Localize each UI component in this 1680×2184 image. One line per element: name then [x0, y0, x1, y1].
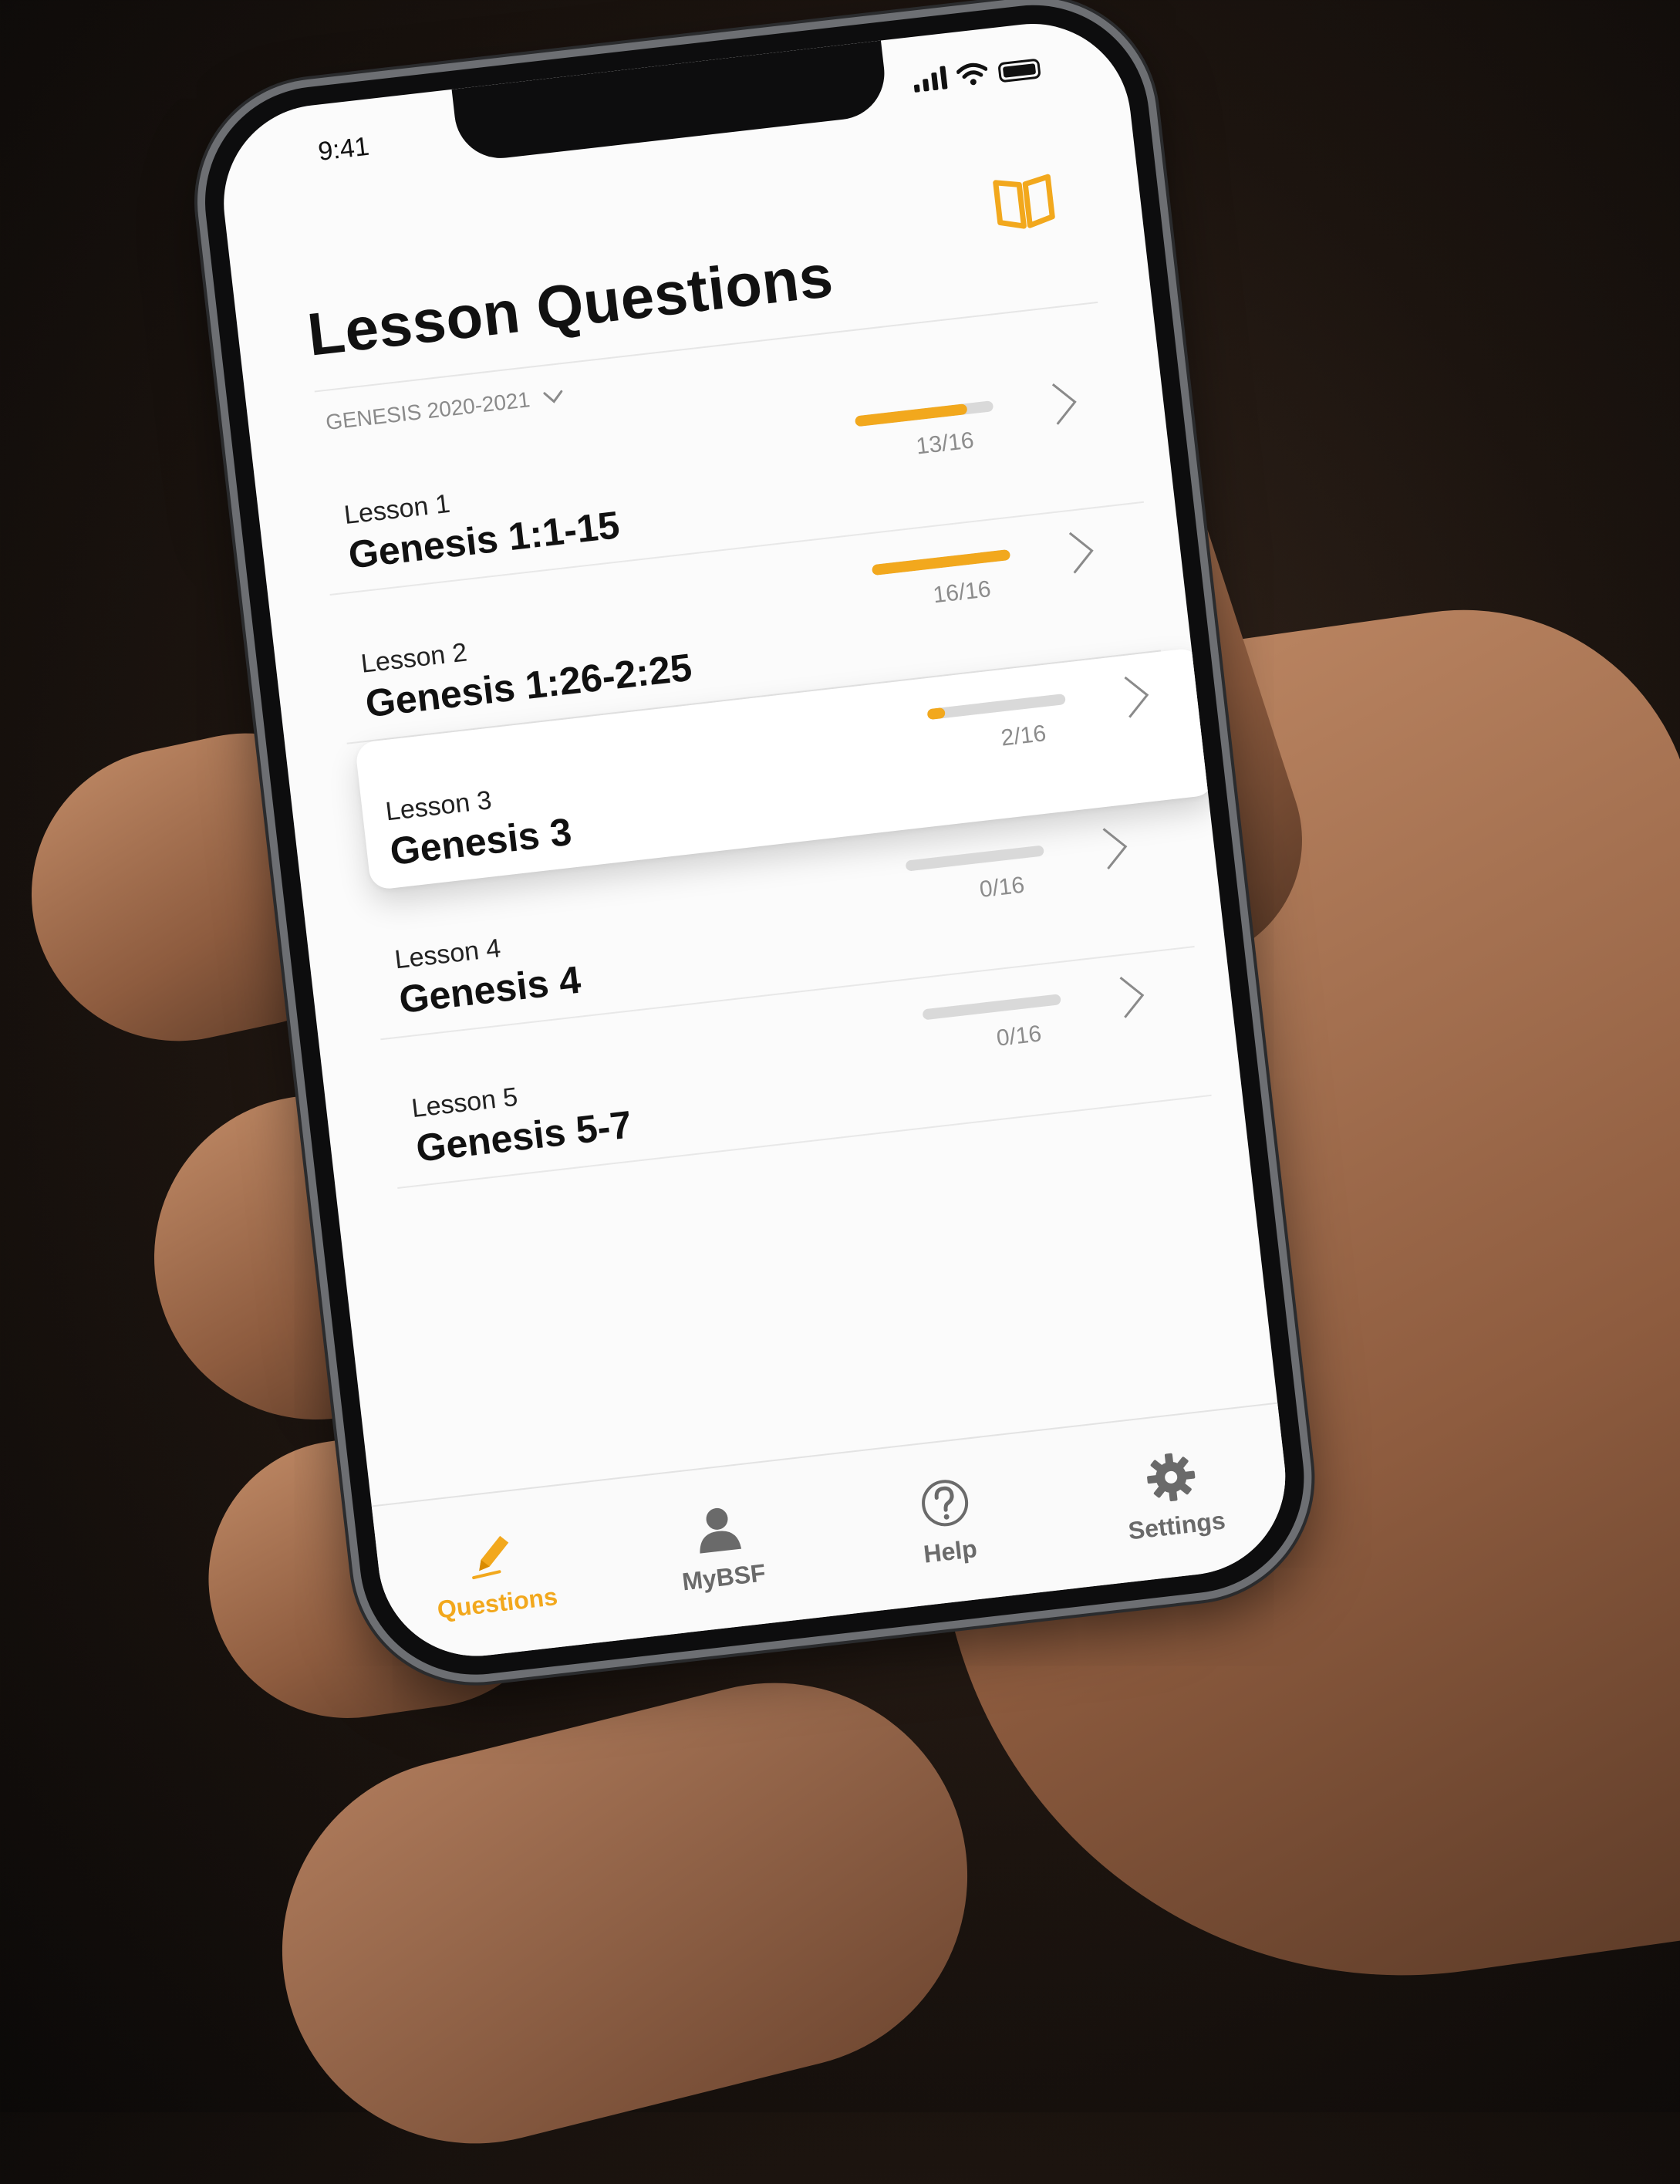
chevron-right-icon	[1124, 676, 1149, 718]
tab-label: Settings	[1126, 1506, 1227, 1545]
chevron-right-icon	[1119, 977, 1145, 1018]
question-circle-icon	[921, 1480, 968, 1527]
progress-bar	[905, 845, 1044, 872]
progress-count: 16/16	[931, 576, 993, 609]
page-title: Lesson Questions	[304, 241, 837, 369]
bible-book-icon[interactable]	[990, 169, 1058, 235]
progress-count: 0/16	[995, 1021, 1043, 1051]
progress-count: 2/16	[1000, 721, 1047, 751]
status-icons	[912, 56, 1041, 93]
person-icon	[700, 1507, 742, 1554]
pencil-icon	[471, 1535, 509, 1580]
tab-label: Questions	[436, 1582, 559, 1624]
progress-bar	[922, 994, 1061, 1021]
gear-icon	[1147, 1453, 1196, 1502]
hand-finger	[241, 1642, 1009, 2184]
tab-mybsf[interactable]: MyBSF	[639, 1495, 802, 1601]
wifi-icon	[956, 62, 988, 86]
progress-fill	[922, 1009, 924, 1021]
chevron-right-icon	[1051, 383, 1077, 425]
progress-count: 0/16	[978, 872, 1026, 903]
tab-questions[interactable]: Questions	[413, 1521, 576, 1626]
lesson-list: 13/16 Lesson 1 Genesis 1:1-15 16/16 Less…	[251, 350, 1242, 1196]
phone-frame: 9:41 Lesson Questions GENESIS 2020-2021	[193, 0, 1317, 1687]
chevron-right-icon	[1102, 828, 1128, 870]
app-screen: 9:41 Lesson Questions GENESIS 2020-2021	[213, 13, 1296, 1667]
progress-fill	[871, 549, 1011, 576]
progress-fill	[854, 403, 968, 427]
battery-icon	[997, 58, 1041, 83]
progress-bar	[871, 549, 1011, 576]
progress-fill	[926, 707, 946, 721]
tab-settings[interactable]: Settings	[1091, 1443, 1255, 1549]
progress-fill	[905, 860, 907, 872]
tab-label: MyBSF	[680, 1558, 767, 1596]
phone-notch	[451, 40, 889, 164]
chevron-down-icon	[543, 390, 563, 403]
chevron-right-icon	[1068, 532, 1094, 574]
progress-bar	[854, 400, 994, 427]
progress-bar	[926, 693, 1066, 721]
status-time: 9:41	[316, 131, 371, 167]
cellular-signal-icon	[912, 66, 948, 93]
progress-count: 13/16	[914, 427, 976, 460]
tab-help[interactable]: Help	[865, 1469, 1029, 1575]
tab-label: Help	[922, 1534, 979, 1568]
